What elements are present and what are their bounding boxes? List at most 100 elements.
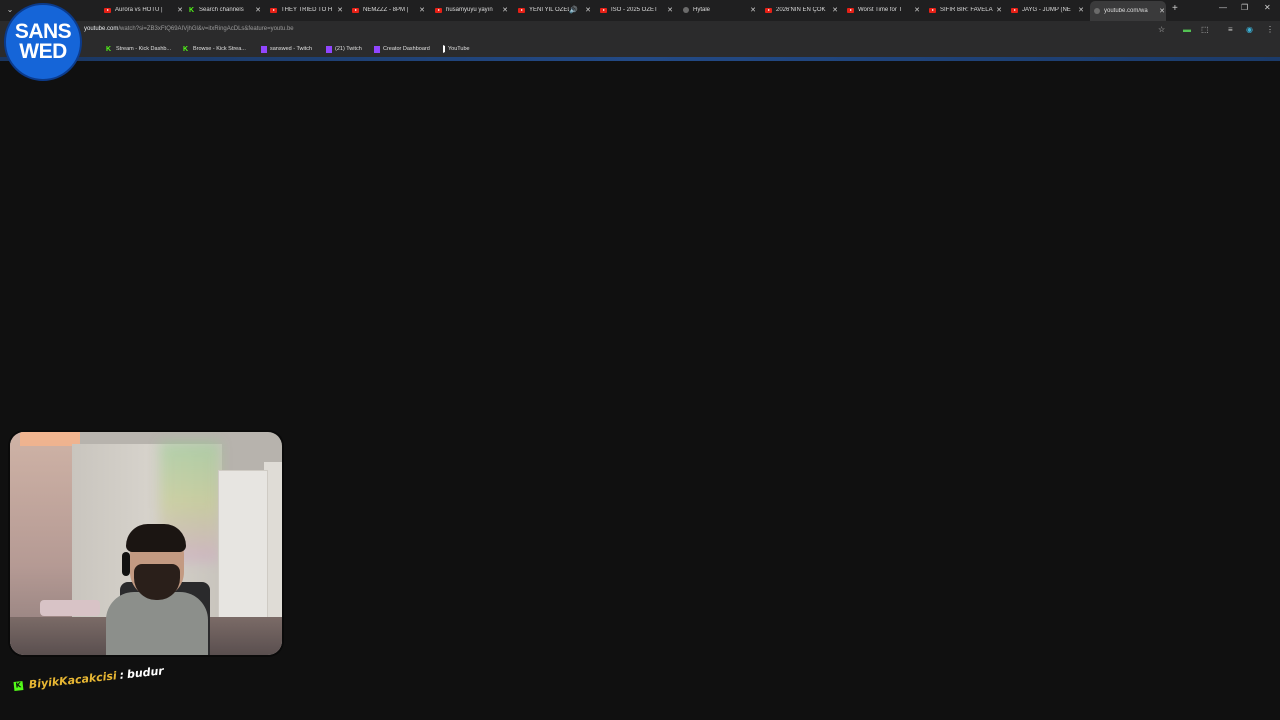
bookmark-item[interactable]: (21) Twitch	[326, 44, 362, 54]
close-tab-icon[interactable]: ✕	[666, 6, 674, 14]
extension-icon[interactable]: ▬	[1183, 25, 1191, 34]
bookmark-label: Browse - Kick Strea...	[193, 46, 246, 52]
tab-title: Worst Time for T	[858, 7, 903, 13]
youtube-icon	[1011, 7, 1018, 13]
tab-title: husamyuyu yayın	[446, 7, 493, 13]
close-tab-icon[interactable]: ✕	[1158, 7, 1166, 15]
close-tab-icon[interactable]: ✕	[501, 6, 509, 14]
bookmark-label: (21) Twitch	[335, 46, 362, 52]
stream-overlay-bar	[0, 57, 1280, 61]
browser-tab[interactable]: 2026'NIN EN ÇOK ✕	[765, 2, 839, 18]
hytale-icon	[683, 7, 689, 13]
tab-title: 2026'NIN EN ÇOK	[776, 7, 826, 13]
channel-logo: SANS WED	[0, 0, 90, 86]
youtube-icon	[270, 7, 277, 13]
address-bar[interactable]: youtube.com/watch?si=ZB3xFtQ69AIVjhGl&v=…	[84, 26, 294, 32]
youtube-icon	[443, 46, 445, 52]
chat-message: K BiyikKacakcisi : budur	[13, 664, 164, 693]
webcam-person-hoodie	[106, 592, 208, 655]
close-window-icon[interactable]: ✕	[1264, 3, 1271, 12]
close-tab-icon[interactable]: ✕	[176, 6, 184, 14]
twitch-icon	[326, 45, 332, 53]
youtube-icon	[435, 7, 442, 13]
twitch-icon	[261, 45, 267, 53]
logo-text-line1: SANS	[14, 20, 72, 43]
chat-message-text: budur	[126, 664, 165, 682]
browser-tab[interactable]: THEY TRIED TO H ✕	[270, 2, 344, 18]
tab-title: JAYG - JUMP (NE	[1022, 7, 1071, 13]
browser-tab[interactable]: NEMZZZ - 8PM | ✕	[352, 2, 426, 18]
extensions-puzzle-icon[interactable]: ⬚	[1201, 25, 1209, 34]
tab-strip: ⌄ Aurora vs HOTU | ✕ K Search channels ✕…	[0, 0, 1280, 21]
tab-title: youtube.com/wa	[1104, 8, 1148, 14]
bookmark-item[interactable]: K Stream - Kick Dashb...	[106, 44, 171, 54]
tab-title: THEY TRIED TO H	[281, 7, 333, 13]
profile-icon[interactable]: ◉	[1246, 25, 1253, 34]
url-path: /watch?si=ZB3xFtQ69AIVjhGl&v=itxRingAcDL…	[118, 26, 294, 32]
bookmark-label: Creator Dashboard	[383, 46, 430, 52]
bookmark-item[interactable]: K Browse - Kick Strea...	[183, 44, 246, 54]
bookmark-item[interactable]: Creator Dashboard	[374, 44, 430, 54]
youtube-icon	[847, 7, 854, 13]
webcam-feed	[10, 432, 282, 655]
browser-tab[interactable]: Aurora vs HOTU | ✕	[104, 2, 184, 18]
close-tab-icon[interactable]: ✕	[995, 6, 1003, 14]
speaker-icon[interactable]: 🔊	[569, 6, 578, 14]
youtube-icon	[929, 7, 936, 13]
close-tab-icon[interactable]: ✕	[1077, 6, 1085, 14]
youtube-icon	[518, 7, 525, 13]
headset-icon	[122, 552, 130, 576]
chat-username: BiyikKacakcisi	[28, 669, 118, 692]
tab-title: YENİ YIL ÖZEL	[529, 7, 570, 13]
youtube-icon	[352, 7, 359, 13]
webcam-person-hair	[126, 524, 186, 552]
kick-icon: K	[183, 45, 189, 53]
bookmark-label: YouTube	[448, 46, 470, 52]
menu-icon[interactable]: ⋮	[1266, 25, 1274, 34]
youtube-icon	[104, 7, 111, 13]
new-tab-icon[interactable]: +	[1172, 3, 1178, 14]
browser-tab[interactable]: JAYG - JUMP (NE ✕	[1011, 2, 1085, 18]
kick-icon: K	[13, 681, 24, 691]
close-tab-icon[interactable]: ✕	[749, 6, 757, 14]
close-tab-icon[interactable]: ✕	[831, 6, 839, 14]
bookmark-item[interactable]: sanswed - Twitch	[261, 44, 312, 54]
browser-tab[interactable]: K Search channels ✕	[188, 2, 262, 18]
tab-title: Search channels	[199, 7, 244, 13]
kick-icon: K	[188, 6, 195, 14]
sanswed-logo-icon: SANS WED	[4, 3, 82, 81]
close-tab-icon[interactable]: ✕	[254, 6, 262, 14]
bookmark-label: Stream - Kick Dashb...	[116, 46, 172, 52]
browser-tab[interactable]: İSO - 2025 ÖZET ✕	[600, 2, 674, 18]
minimize-icon[interactable]: —	[1219, 3, 1227, 12]
bookmarks-bar: K Stream - Kick Dashb... K Browse - Kick…	[0, 41, 1280, 57]
restore-icon[interactable]: ❐	[1241, 3, 1248, 12]
close-tab-icon[interactable]: ✕	[584, 6, 592, 14]
loading-icon	[1094, 8, 1100, 14]
webcam-door	[218, 470, 268, 622]
webcam-bed	[40, 600, 100, 616]
media-controls-icon[interactable]: ≡	[1228, 25, 1233, 34]
browser-tab[interactable]: Hytale ✕	[683, 2, 757, 18]
bookmark-label: sanswed - Twitch	[270, 46, 313, 52]
logo-text-line2: WED	[19, 40, 67, 63]
kick-icon: K	[106, 45, 112, 53]
close-tab-icon[interactable]: ✕	[418, 6, 426, 14]
browser-tab[interactable]: Worst Time for T ✕	[847, 2, 921, 18]
youtube-icon	[765, 7, 772, 13]
browser-tab[interactable]: husamyuyu yayın ✕	[435, 2, 509, 18]
tab-title: Aurora vs HOTU |	[115, 7, 163, 13]
bookmark-star-icon[interactable]: ☆	[1158, 25, 1165, 34]
twitch-icon	[374, 45, 380, 53]
tab-title: NEMZZZ - 8PM |	[363, 7, 409, 13]
browser-tab[interactable]: SIFIR BİR: FAVELA ✕	[929, 2, 1003, 18]
chat-separator: :	[118, 668, 125, 682]
close-tab-icon[interactable]: ✕	[336, 6, 344, 14]
close-tab-icon[interactable]: ✕	[913, 6, 921, 14]
browser-tab[interactable]: YENİ YIL ÖZEL 🔊 ✕	[518, 2, 592, 18]
tab-title: Hytale	[693, 7, 711, 13]
tab-title: İSO - 2025 ÖZET	[611, 7, 658, 13]
browser-tab-active[interactable]: youtube.com/wa ✕	[1090, 1, 1166, 21]
bookmark-item[interactable]: YouTube	[443, 44, 470, 54]
tab-title: SIFIR BİR: FAVELA	[940, 7, 993, 13]
